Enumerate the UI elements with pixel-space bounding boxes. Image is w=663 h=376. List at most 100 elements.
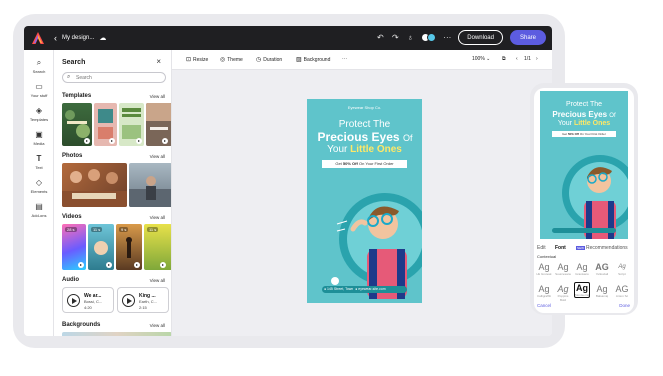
- left-rail: ⌕ Search ▭ Your stuff ◈ Templates ▣ Medi…: [24, 50, 54, 336]
- font-label: Sourcesans: [555, 272, 571, 276]
- play-icon: [136, 138, 142, 144]
- font-option[interactable]: AG Yellowtail: [594, 262, 610, 276]
- view-all-backgrounds-link[interactable]: View all: [150, 323, 165, 328]
- audio-artist: Earth, C...: [139, 299, 158, 304]
- rail-item-media[interactable]: ▣ Media: [24, 130, 54, 146]
- template-thumbnail[interactable]: [62, 103, 92, 146]
- video-duration: 11 s: [91, 227, 103, 232]
- background-button[interactable]: ▨ Background: [296, 56, 330, 63]
- rail-item-your-stuff[interactable]: ▭ Your stuff: [24, 82, 54, 98]
- tab-font[interactable]: Font: [555, 245, 566, 251]
- video-thumbnail[interactable]: 11 s: [144, 224, 171, 270]
- rail-item-templates[interactable]: ◈ Templates: [24, 106, 54, 122]
- search-panel: Search × ⌕ Templates View all: [54, 50, 172, 336]
- photo-thumbnail[interactable]: [62, 163, 127, 207]
- undo-icon[interactable]: ↶: [376, 33, 384, 42]
- resize-button[interactable]: ⊡ Resize: [186, 56, 208, 63]
- font-label: Gravisans: [575, 272, 589, 276]
- redo-icon[interactable]: ↷: [391, 33, 399, 42]
- font-glyph: Ag: [618, 264, 626, 270]
- tab-edit[interactable]: Edit: [537, 245, 546, 251]
- background-label: Background: [303, 57, 331, 63]
- font-option[interactable]: Ag Sourcesans: [555, 262, 571, 276]
- audio-duration: 2:15: [139, 305, 147, 310]
- audio-card[interactable]: King ... Earth, C... 2:15: [117, 287, 169, 313]
- template-thumbnail[interactable]: [146, 103, 171, 146]
- lightbulb-icon[interactable]: ♁: [406, 33, 414, 42]
- offer-bold: 50% Off: [567, 132, 579, 136]
- rail-item-search[interactable]: ⌕ Search: [24, 58, 54, 74]
- font-option[interactable]: Ag Gravisans: [574, 262, 590, 276]
- section-title-backgrounds: Backgrounds: [62, 322, 101, 328]
- duration-button[interactable]: ◷ Duration: [256, 56, 282, 63]
- poster-heading-little-ones: Little Ones: [350, 144, 402, 155]
- editor-app: ‹ My design... ☁ ↶ ↷ ♁ ··· Download Shar…: [24, 26, 552, 336]
- zoom-dropdown[interactable]: 100% ⌄: [472, 56, 490, 62]
- view-all-audio-link[interactable]: View all: [150, 278, 165, 283]
- design-poster[interactable]: Eyewear Shop Co. Protect The Precious Ey…: [307, 99, 422, 303]
- font-section-label: Contextual: [537, 254, 557, 259]
- section-title-videos: Videos: [62, 214, 82, 220]
- prev-page-icon[interactable]: ‹: [516, 56, 518, 62]
- section-title-photos: Photos: [62, 153, 83, 159]
- font-label: Montserrat: [575, 293, 590, 297]
- share-button[interactable]: Share: [509, 30, 546, 45]
- search-field[interactable]: ⌕: [62, 72, 166, 83]
- rail-label: Search: [32, 69, 46, 74]
- font-label: Hk Grotesk: [536, 272, 552, 276]
- back-chevron-icon[interactable]: ‹: [54, 33, 57, 43]
- phone-tab-bar: Edit Font NEW Recommendations: [534, 243, 634, 253]
- adobe-express-logo-icon[interactable]: [31, 31, 45, 45]
- rail-item-add-ons[interactable]: ▤ Add-ons: [24, 202, 54, 218]
- pages-icon[interactable]: ⧉: [502, 56, 506, 62]
- play-icon[interactable]: [122, 294, 135, 307]
- add-ons-icon: ▤: [35, 202, 43, 211]
- video-thumbnail[interactable]: 9 s: [116, 224, 142, 270]
- download-button[interactable]: Download: [458, 30, 503, 45]
- video-thumbnail[interactable]: 11 s: [88, 224, 114, 270]
- phone-poster-preview[interactable]: Protect The Precious Eyes Of Your Little…: [540, 91, 628, 239]
- more-options-icon[interactable]: ···: [443, 33, 451, 42]
- rail-label: Elements: [30, 189, 48, 194]
- view-all-videos-link[interactable]: View all: [150, 215, 165, 220]
- phone-screen: Protect The Precious Eyes Of Your Little…: [534, 88, 634, 313]
- close-icon[interactable]: ×: [156, 57, 161, 66]
- play-icon[interactable]: [67, 294, 80, 307]
- phone-poster-of: Of: [609, 113, 616, 119]
- avatar[interactable]: [427, 33, 437, 42]
- resize-icon: ⊡: [186, 57, 192, 63]
- phone-poster-line3: Your Little Ones: [540, 120, 628, 127]
- play-icon: [109, 138, 115, 144]
- photo-thumbnail[interactable]: [129, 163, 171, 207]
- theme-button[interactable]: ◎ Theme: [220, 56, 243, 63]
- rail-item-text[interactable]: T Text: [24, 154, 54, 170]
- font-glyph: Ag: [557, 284, 569, 294]
- search-input[interactable]: [76, 74, 162, 81]
- background-thumbnail[interactable]: [62, 332, 171, 336]
- more-tools-icon[interactable]: ···: [342, 56, 347, 62]
- done-button[interactable]: Done: [619, 303, 630, 308]
- font-option-selected[interactable]: Ag Montserrat: [574, 282, 590, 298]
- font-option[interactable]: Ag Script: [614, 262, 630, 276]
- template-thumbnail[interactable]: [94, 103, 117, 146]
- audio-card[interactable]: We ar... Bossi, C... 4:20: [62, 287, 114, 313]
- video-duration: 11 s: [147, 227, 159, 232]
- font-option[interactable]: Ag Balsamiq: [594, 284, 610, 298]
- cancel-button[interactable]: Cancel: [537, 303, 551, 308]
- view-all-templates-link[interactable]: View all: [150, 94, 165, 99]
- next-page-icon[interactable]: ›: [536, 56, 538, 62]
- document-name[interactable]: My design...: [62, 35, 94, 41]
- rail-item-elements[interactable]: ◇ Elements: [24, 178, 54, 194]
- tab-recommendations[interactable]: Recommendations: [586, 245, 628, 251]
- collaborator-avatars[interactable]: [421, 33, 437, 42]
- template-art-icon: [146, 103, 171, 130]
- font-option[interactable]: Ag Poppins Bold: [555, 284, 571, 302]
- template-thumbnail[interactable]: [119, 103, 144, 146]
- phone-poster-offer: Get 50% Off On Your First Order: [552, 131, 616, 137]
- view-all-photos-link[interactable]: View all: [150, 154, 165, 159]
- font-option[interactable]: Ag Hk Grotesk: [536, 262, 552, 276]
- font-option[interactable]: AG Anton Sc: [614, 284, 630, 298]
- phone-poster-bold: Precious Eyes: [552, 110, 608, 119]
- font-option[interactable]: Ag Calligraffiti: [536, 284, 552, 298]
- video-thumbnail[interactable]: 28 s: [62, 224, 86, 270]
